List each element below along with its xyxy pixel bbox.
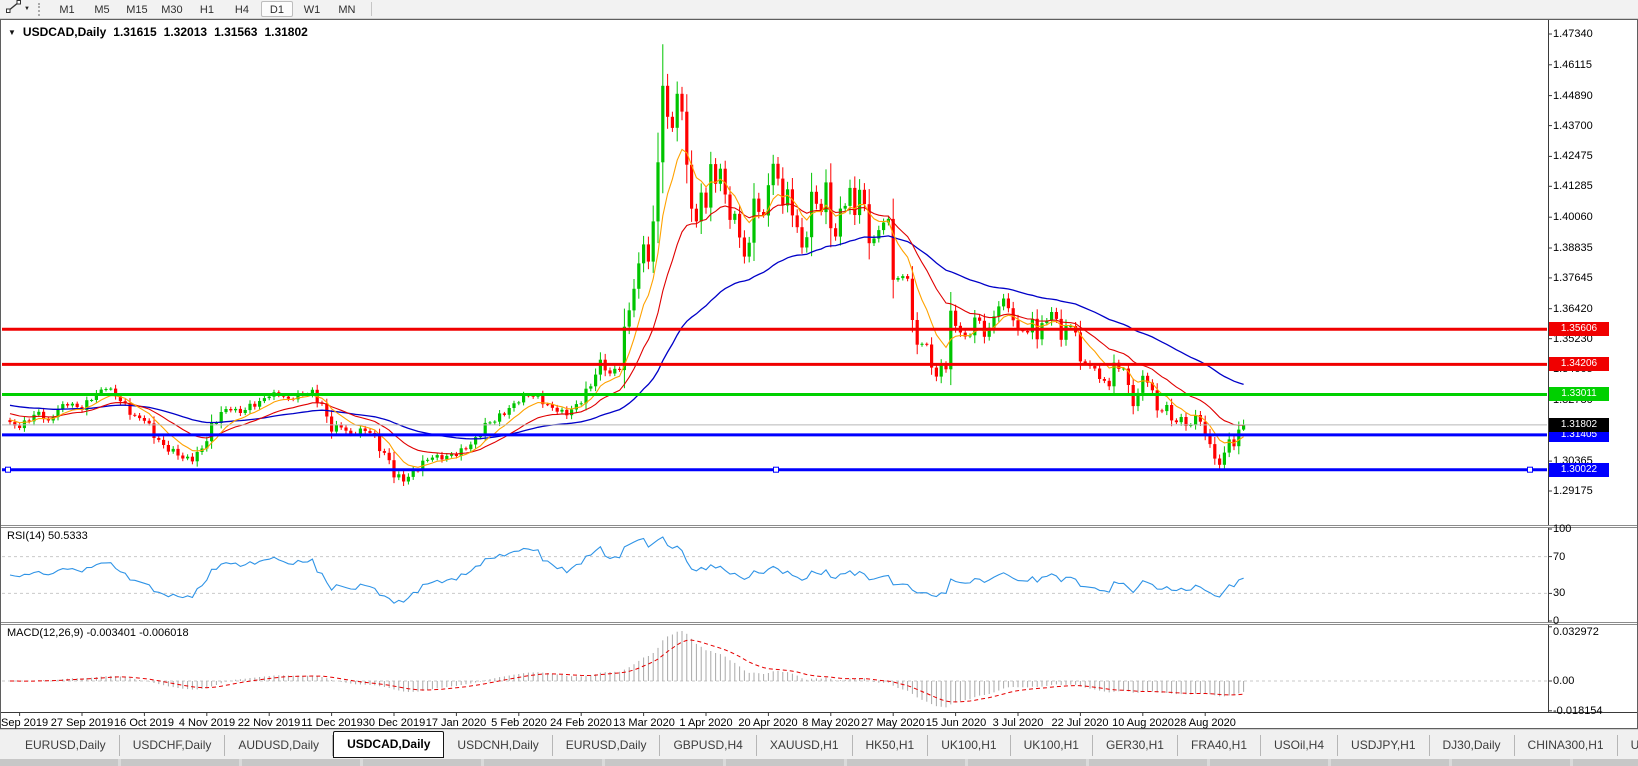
price-tick-1.42475: 1.42475	[1553, 150, 1593, 162]
chart-tab-1-usdchf-daily[interactable]: USDCHF,Daily	[120, 735, 226, 756]
timeframe-button-w1[interactable]: W1	[296, 1, 328, 17]
chart-tab-13-usoil-h4[interactable]: USOil,H4	[1261, 735, 1338, 756]
price-tick-1.43700: 1.43700	[1553, 120, 1593, 132]
date-label-20-Apr-2020: 20 Apr 2020	[738, 717, 797, 729]
timeframe-button-d1[interactable]: D1	[261, 1, 293, 17]
timeframe-button-m30[interactable]: M30	[156, 1, 188, 17]
date-label-15-Jun-2020: 15 Jun 2020	[926, 717, 987, 729]
macd-indicator-label: MACD(12,26,9) -0.003401 -0.006018	[7, 627, 189, 639]
date-label-10-Aug-2020: 10 Aug 2020	[1112, 717, 1174, 729]
rsi-tick-30: 30	[1553, 587, 1565, 599]
date-label-27-May-2020: 27 May 2020	[861, 717, 925, 729]
chart-symbol-label: USDCAD,Daily	[23, 25, 106, 39]
chart-tab-17-usoil-h1[interactable]: USOil,H1	[1618, 735, 1638, 756]
window-bottom-strip	[0, 759, 1638, 766]
chart-tab-10-uk100-h1[interactable]: UK100,H1	[1011, 735, 1093, 756]
rsi-indicator-label: RSI(14) 50.5333	[7, 530, 88, 542]
chart-tab-9-uk100-h1[interactable]: UK100,H1	[928, 735, 1010, 756]
ohlc-low: 1.31563	[214, 25, 257, 39]
date-label-4-Nov-2019: 4 Nov 2019	[179, 717, 235, 729]
timeframe-button-m1[interactable]: M1	[51, 1, 83, 17]
date-label-1-Apr-2020: 1 Apr 2020	[679, 717, 732, 729]
chart-tab-6-gbpusd-h4[interactable]: GBPUSD,H4	[660, 735, 756, 756]
price-label-1.34206: 1.34206	[1549, 357, 1609, 371]
chart-title: ▼ USDCAD,Daily 1.31615 1.32013 1.31563 1…	[8, 25, 308, 39]
price-tick-1.38835: 1.38835	[1553, 242, 1593, 254]
price-tick-1.44890: 1.44890	[1553, 90, 1593, 102]
chart-tab-15-dj30-daily[interactable]: DJ30,Daily	[1430, 735, 1515, 756]
chart-tab-11-ger30-h1[interactable]: GER30,H1	[1093, 735, 1178, 756]
price-tick-1.37645: 1.37645	[1553, 272, 1593, 284]
timeframe-button-mn[interactable]: MN	[331, 1, 363, 17]
date-label-27-Sep-2019: 27 Sep 2019	[51, 717, 113, 729]
timeframe-button-group: M1M5M15M30H1H4D1W1MN	[51, 1, 363, 17]
price-tick-1.41285: 1.41285	[1553, 180, 1593, 192]
price-tick-1.46115: 1.46115	[1553, 59, 1592, 71]
toolbar-grip[interactable]	[38, 3, 45, 16]
timeframe-button-h1[interactable]: H1	[191, 1, 223, 17]
timeframe-button-m5[interactable]: M5	[86, 1, 118, 17]
chart-tab-7-xauusd-h1[interactable]: XAUUSD,H1	[757, 735, 853, 756]
date-label-17-Jan-2020: 17 Jan 2020	[426, 717, 487, 729]
chart-tab-4-usdcnh-daily[interactable]: USDCNH,Daily	[444, 735, 552, 756]
date-label-22-Jul-2020: 22 Jul 2020	[1052, 717, 1109, 729]
chart-window[interactable]: ▼ USDCAD,Daily 1.31615 1.32013 1.31563 1…	[0, 19, 1638, 729]
price-label-1.30022: 1.30022	[1549, 463, 1609, 477]
date-label-3-Jul-2020: 3 Jul 2020	[993, 717, 1044, 729]
date-label-11-Dec-2019: 11 Dec 2019	[301, 717, 363, 729]
chart-tab-8-hk50-h1[interactable]: HK50,H1	[853, 735, 929, 756]
price-tick-1.29175: 1.29175	[1553, 485, 1593, 497]
bid-price-label: 1.31802	[1549, 418, 1609, 432]
ohlc-close: 1.31802	[264, 25, 307, 39]
chart-tab-3-usdcad-daily[interactable]: USDCAD,Daily	[333, 731, 444, 758]
chart-tab-bar: EURUSD,DailyUSDCHF,DailyAUDUSD,DailyUSDC…	[0, 729, 1638, 759]
date-label-28-Aug-2020: 28 Aug 2020	[1174, 717, 1236, 729]
date-label-24-Feb-2020: 24 Feb 2020	[550, 717, 612, 729]
macd-tick--0.018154: -0.018154	[1553, 705, 1603, 717]
date-label-9-Sep-2019: 9 Sep 2019	[0, 717, 48, 729]
date-label-30-Dec-2019: 30 Dec 2019	[363, 717, 425, 729]
date-label-16-Oct-2019: 16 Oct 2019	[114, 717, 174, 729]
ohlc-open: 1.31615	[113, 25, 156, 39]
toolbar-separator	[371, 2, 372, 16]
axis-labels-layer: 1.47340 1.46115 1.44890 1.43700 1.42475 1.412…	[1, 20, 1638, 730]
chart-tab-12-fra40-h1[interactable]: FRA40,H1	[1178, 735, 1261, 756]
macd-tick-0.032972: 0.032972	[1553, 626, 1599, 638]
chart-tab-16-china300-h1[interactable]: CHINA300,H1	[1515, 735, 1618, 756]
date-label-13-Mar-2020: 13 Mar 2020	[613, 717, 675, 729]
ohlc-high: 1.32013	[164, 25, 207, 39]
chart-toolbar: ▼ M1M5M15M30H1H4D1W1MN	[0, 0, 1638, 19]
price-label-1.33011: 1.33011	[1549, 387, 1609, 401]
rsi-tick-70: 70	[1553, 551, 1565, 563]
timeframe-button-m15[interactable]: M15	[121, 1, 153, 17]
macd-tick-0.00: 0.00	[1553, 675, 1574, 687]
date-label-8-May-2020: 8 May 2020	[802, 717, 859, 729]
symbol-dropdown-icon[interactable]: ▼	[8, 28, 16, 37]
price-tick-1.47340: 1.47340	[1553, 28, 1593, 40]
date-label-5-Feb-2020: 5 Feb 2020	[491, 717, 547, 729]
line-tool-button[interactable]: ▼	[2, 1, 34, 18]
date-label-22-Nov-2019: 22 Nov 2019	[238, 717, 300, 729]
chart-tab-2-audusd-daily[interactable]: AUDUSD,Daily	[225, 735, 333, 756]
chart-tab-14-usdjpy-h1[interactable]: USDJPY,H1	[1338, 735, 1429, 756]
line-tool-icon	[6, 0, 21, 18]
dropdown-caret-icon: ▼	[24, 6, 30, 12]
price-label-1.35606: 1.35606	[1549, 322, 1609, 336]
timeframe-button-h4[interactable]: H4	[226, 1, 258, 17]
chart-tab-0-eurusd-daily[interactable]: EURUSD,Daily	[12, 735, 120, 756]
rsi-tick-100: 100	[1553, 523, 1571, 535]
price-tick-1.36420: 1.36420	[1553, 303, 1593, 315]
price-tick-1.40060: 1.40060	[1553, 211, 1593, 223]
chart-tab-5-eurusd-daily[interactable]: EURUSD,Daily	[553, 735, 661, 756]
